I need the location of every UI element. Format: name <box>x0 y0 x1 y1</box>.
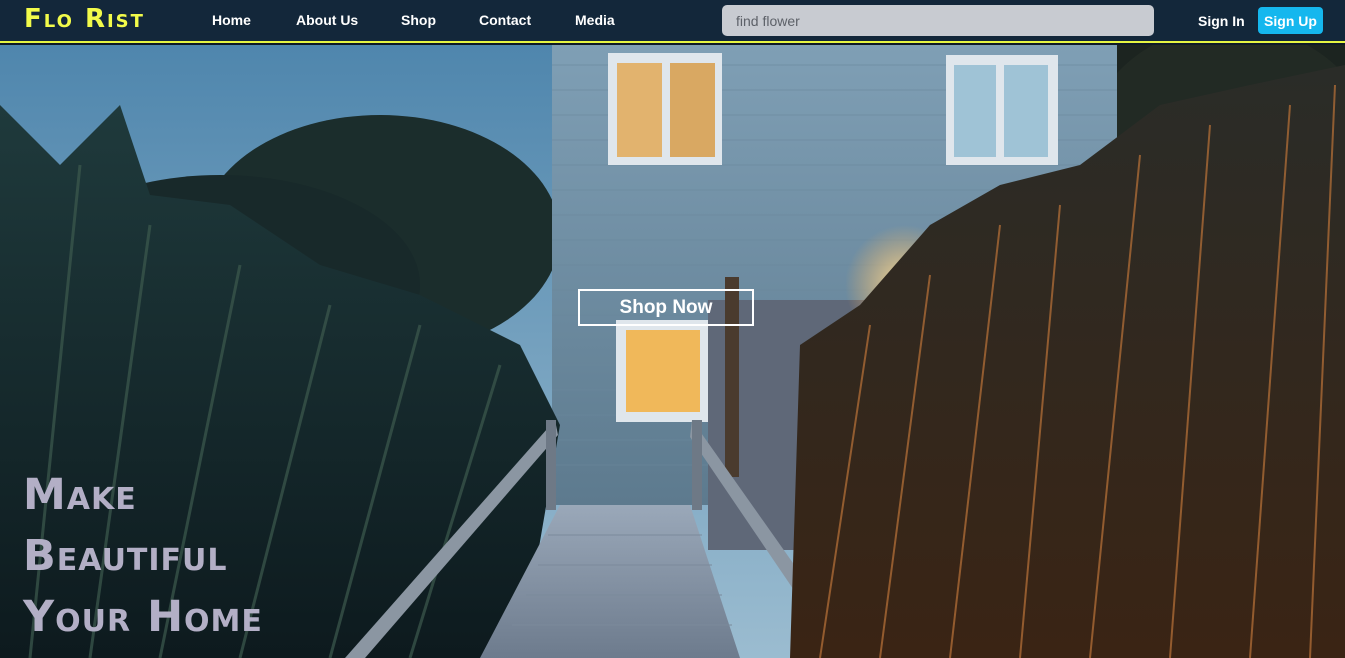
nav-link-contact[interactable]: Contact <box>479 12 531 28</box>
tagline-line: Make <box>23 470 137 520</box>
navbar: Flo Rist Home About Us Shop Contact Medi… <box>0 0 1345 43</box>
tagline-line: Beautiful <box>23 531 228 581</box>
shop-now-button[interactable]: Shop Now <box>578 289 754 326</box>
nav-link-home[interactable]: Home <box>212 12 251 28</box>
hero-tagline: Make Beautiful Your Home <box>23 465 263 648</box>
tagline-line: Your Home <box>23 592 263 642</box>
hero-banner: Shop Now Make Beautiful Your Home <box>0 45 1345 658</box>
sign-up-button[interactable]: Sign Up <box>1258 7 1323 34</box>
nav-link-about-us[interactable]: About Us <box>296 12 358 28</box>
nav-link-shop[interactable]: Shop <box>401 12 436 28</box>
search-input[interactable] <box>722 5 1154 36</box>
logo[interactable]: Flo Rist <box>24 4 145 34</box>
nav-link-media[interactable]: Media <box>575 12 615 28</box>
sign-in-link[interactable]: Sign In <box>1198 13 1245 29</box>
